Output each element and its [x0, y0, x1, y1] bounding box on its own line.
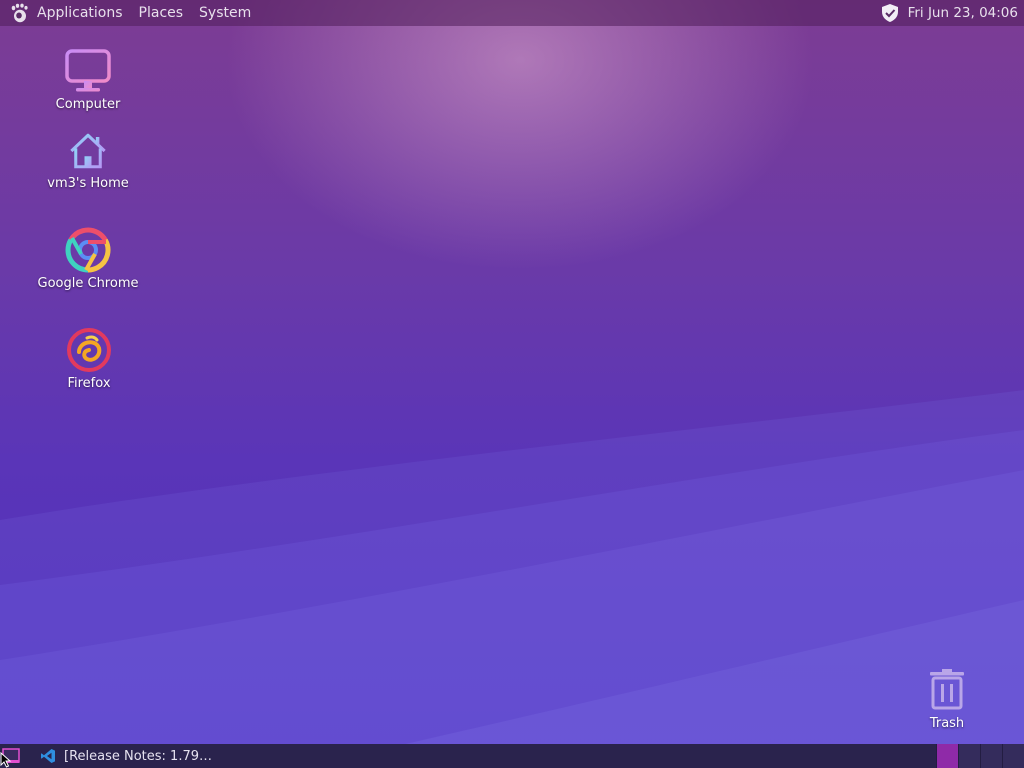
workspace-2[interactable]: [958, 744, 980, 768]
workspace-3[interactable]: [980, 744, 1002, 768]
main-menu-bar: Applications Places System: [0, 0, 259, 26]
applications-menu[interactable]: Applications: [29, 0, 131, 26]
workspace-switcher: [936, 744, 1024, 768]
desktop-icon-label: Computer: [55, 97, 121, 112]
workspace-4[interactable]: [1002, 744, 1024, 768]
desktop-icon-label: Firefox: [67, 376, 111, 391]
desktop-icon-label: Google Chrome: [37, 276, 139, 291]
desktop-icon-home[interactable]: vm3's Home: [33, 130, 143, 191]
monitor-icon: [65, 49, 111, 92]
bottom-panel: [Release Notes: 1.79…: [0, 744, 1024, 768]
system-menu[interactable]: System: [191, 0, 259, 26]
gnome-foot-icon[interactable]: [9, 3, 29, 23]
desktop-icon-computer[interactable]: Computer: [33, 47, 143, 112]
firefox-icon: [67, 328, 111, 372]
top-panel: Applications Places System Fri Jun 23, 0…: [0, 0, 1024, 26]
places-menu[interactable]: Places: [131, 0, 192, 26]
shield-check-icon[interactable]: [880, 3, 900, 23]
panel-tray: Fri Jun 23, 04:06: [880, 0, 1018, 26]
taskbar-window-title: [Release Notes: 1.79…: [64, 748, 213, 764]
workspace-1[interactable]: [936, 744, 958, 768]
desktop-icon-chrome[interactable]: Google Chrome: [33, 226, 143, 291]
trash-icon: [930, 669, 964, 710]
chrome-icon: [65, 227, 111, 273]
home-icon: [70, 133, 106, 169]
desktop-icon-trash[interactable]: Trash: [892, 668, 1002, 731]
taskbar-window-button[interactable]: [Release Notes: 1.79…: [34, 744, 218, 768]
desktop-icon-label: Trash: [929, 716, 965, 731]
desktop-icon-firefox[interactable]: Firefox: [34, 326, 144, 391]
clock[interactable]: Fri Jun 23, 04:06: [908, 5, 1018, 21]
wallpaper: [0, 390, 1024, 768]
desktop-icon-label: vm3's Home: [47, 176, 129, 191]
vscode-icon: [41, 749, 55, 763]
mouse-pointer-icon: [0, 752, 12, 768]
